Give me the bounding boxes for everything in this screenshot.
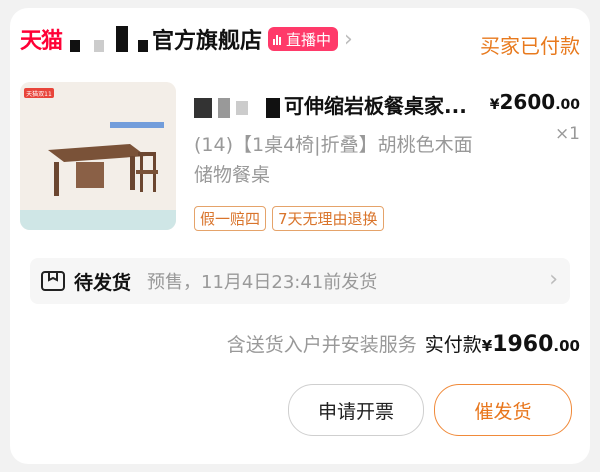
tag-fake-compensation: 假一赔四 [194, 206, 267, 231]
service-tags: 假一赔四 7天无理由退换 [194, 206, 384, 231]
price-currency: ¥ [489, 97, 500, 113]
tag-7day-return: 7天无理由退换 [272, 206, 384, 231]
urge-shipping-button[interactable]: 催发货 [434, 384, 572, 436]
amount-currency: ¥ [481, 337, 493, 355]
payment-summary: 含送货入户并安装服务 实付款 ¥1960.00 [227, 330, 580, 357]
shop-name: 官方旗舰店 [152, 29, 263, 54]
price-int: 2600 [499, 90, 556, 114]
title-redacted [194, 97, 280, 118]
chevron-right-icon: › [344, 26, 353, 52]
chevron-right-icon: › [549, 267, 558, 292]
live-badge[interactable]: 直播中 [268, 27, 339, 51]
product-price: ¥2600.00 [490, 90, 580, 114]
order-status: 买家已付款 [480, 34, 580, 58]
shipping-status-bar[interactable]: 待发货 预售，11月4日23:41前发货 › [30, 258, 570, 304]
product-title-text: 可伸缩岩板餐桌家... [284, 94, 467, 118]
product-thumbnail[interactable]: 天猫双11 [20, 82, 176, 230]
paid-label: 实付款 [424, 334, 482, 356]
shipping-label: 待发货 [74, 271, 132, 294]
live-badge-label: 直播中 [286, 30, 332, 49]
shop-header[interactable]: 天猫 官方旗舰店 直播中 › [20, 22, 353, 56]
product-quantity: ×1 [554, 124, 580, 144]
amount-dec: .00 [553, 337, 580, 355]
product-sku: (14)【1桌4椅|折叠】胡桃色木面储物餐桌 [194, 134, 473, 186]
product-title[interactable]: 可伸缩岩板餐桌家... [194, 90, 484, 119]
paid-amount: ¥1960.00 [482, 332, 580, 357]
shipping-description: 预售，11月4日23:41前发货 [147, 272, 378, 293]
package-icon [41, 271, 65, 291]
price-dec: .00 [555, 97, 580, 113]
dining-table-image: 天猫双11 [20, 82, 176, 230]
amount-int: 1960 [492, 332, 554, 357]
thumbnail-label: 天猫双11 [26, 90, 52, 98]
live-icon [273, 33, 282, 45]
service-note: 含送货入户并安装服务 [226, 334, 417, 356]
request-invoice-button[interactable]: 申请开票 [288, 384, 424, 436]
tmall-logo: 天猫 [20, 29, 63, 54]
shop-name-redacted [70, 26, 149, 52]
